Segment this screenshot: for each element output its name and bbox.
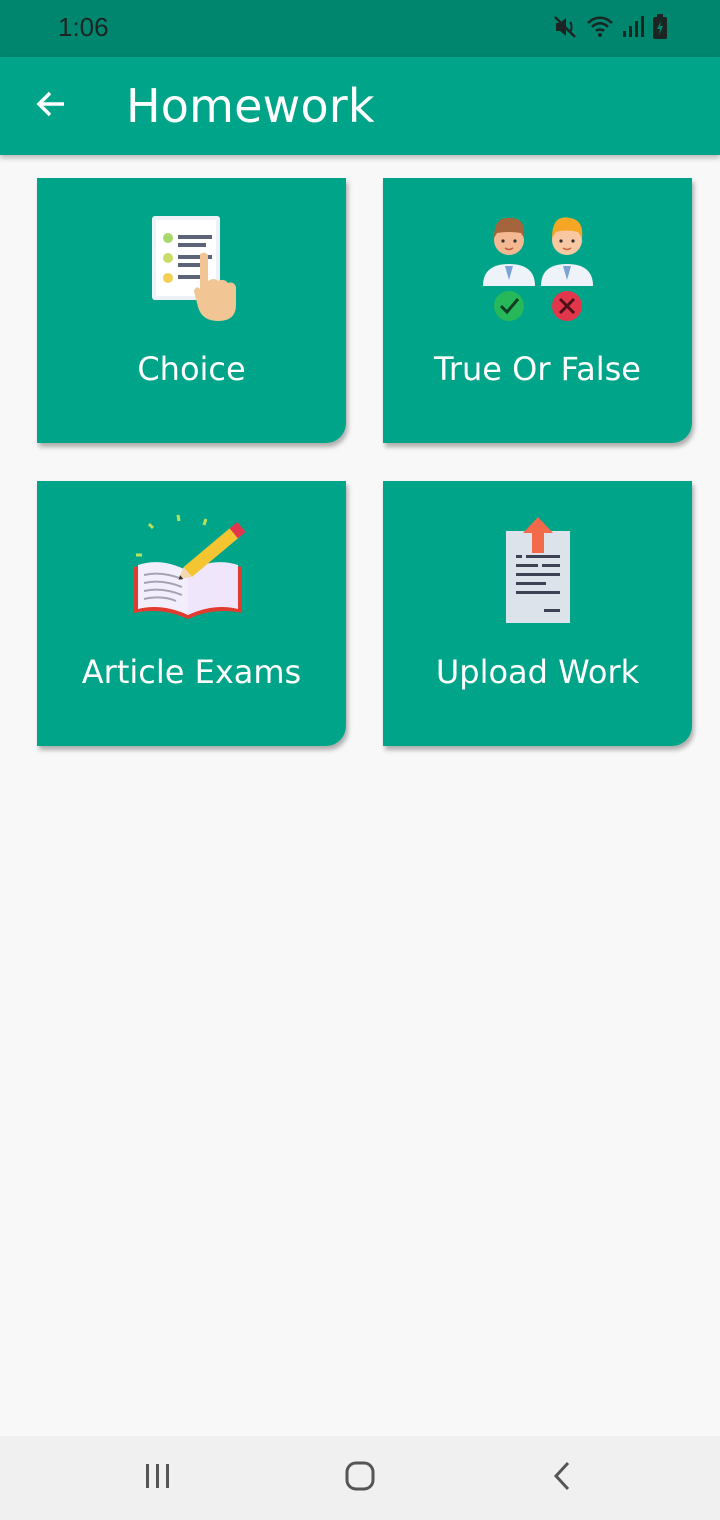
- app-bar: Homework: [0, 57, 720, 155]
- card-label: Article Exams: [81, 653, 302, 691]
- recent-apps-button[interactable]: [128, 1458, 188, 1498]
- two-students-check-cross-icon: [478, 208, 598, 328]
- arrow-back-icon: [35, 88, 67, 124]
- checklist-hand-icon: [142, 208, 242, 328]
- mute-icon: [552, 14, 578, 44]
- system-nav-bar: [0, 1436, 720, 1520]
- document-upload-icon: [498, 511, 578, 631]
- battery-charging-icon: [652, 14, 668, 44]
- wifi-icon: [586, 15, 614, 43]
- book-pencil-icon: [132, 511, 252, 631]
- back-button[interactable]: [26, 81, 76, 131]
- card-label: True Or False: [434, 350, 641, 388]
- status-time: 1:06: [58, 12, 109, 42]
- card-label: Upload Work: [435, 653, 640, 691]
- upload-work-card[interactable]: Upload Work: [383, 481, 692, 746]
- home-icon: [344, 1460, 376, 1496]
- back-nav-button[interactable]: [532, 1458, 592, 1498]
- card-label: Choice: [137, 350, 246, 388]
- status-bar: 1:06: [0, 0, 720, 57]
- recent-apps-icon: [143, 1462, 173, 1494]
- back-nav-icon: [550, 1460, 574, 1496]
- status-icons: [552, 14, 668, 44]
- article-exams-card[interactable]: Article Exams: [37, 481, 346, 746]
- home-button[interactable]: [330, 1458, 390, 1498]
- choice-card[interactable]: Choice: [37, 178, 346, 443]
- true-or-false-card[interactable]: True Or False: [383, 178, 692, 443]
- signal-icon: [622, 15, 644, 43]
- page-title: Homework: [126, 79, 375, 133]
